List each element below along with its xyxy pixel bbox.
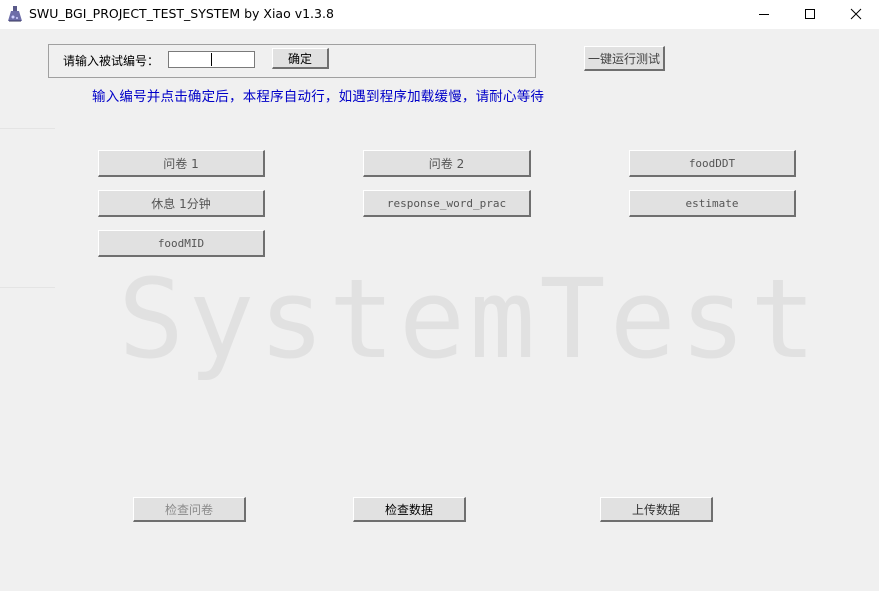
- window-title: SWU_BGI_PROJECT_TEST_SYSTEM by Xiao v1.3…: [29, 6, 334, 21]
- client-area: 请输入被试编号： 确定 一键运行测试 输入编号并点击确定后，本程序自动行，如遇到…: [0, 29, 879, 591]
- minimize-icon: [758, 5, 770, 24]
- check-data-button[interactable]: 检查数据: [353, 497, 466, 522]
- upload-data-button[interactable]: 上传数据: [600, 497, 713, 522]
- text-caret: [211, 53, 212, 66]
- test-button-response-word-prac[interactable]: response_word_prac: [363, 190, 531, 217]
- app-flask-icon: [6, 5, 24, 23]
- subject-id-label: 请输入被试编号：: [63, 54, 160, 68]
- minimize-button[interactable]: [741, 0, 787, 29]
- test-button-food-ddt[interactable]: foodDDT: [629, 150, 796, 177]
- edge-divider: [0, 287, 55, 288]
- test-button-food-mid[interactable]: foodMID: [98, 230, 265, 257]
- maximize-icon: [804, 5, 816, 24]
- system-test-watermark: SystemTest: [118, 255, 821, 383]
- close-button[interactable]: [833, 0, 879, 29]
- run-all-tests-button[interactable]: 一键运行测试: [584, 46, 665, 71]
- test-button-questionnaire-2[interactable]: 问卷 2: [363, 150, 531, 177]
- confirm-button[interactable]: 确定: [272, 48, 329, 69]
- maximize-button[interactable]: [787, 0, 833, 29]
- title-bar: SWU_BGI_PROJECT_TEST_SYSTEM by Xiao v1.3…: [0, 0, 879, 29]
- check-questionnaire-button[interactable]: 检查问卷: [133, 497, 246, 522]
- test-button-rest-1min[interactable]: 休息 1分钟: [98, 190, 265, 217]
- test-button-estimate[interactable]: estimate: [629, 190, 796, 217]
- test-button-questionnaire-1[interactable]: 问卷 1: [98, 150, 265, 177]
- edge-divider: [0, 128, 55, 129]
- instruction-hint: 输入编号并点击确定后，本程序自动行，如遇到程序加载缓慢，请耐心等待: [92, 89, 545, 105]
- close-icon: [850, 5, 862, 24]
